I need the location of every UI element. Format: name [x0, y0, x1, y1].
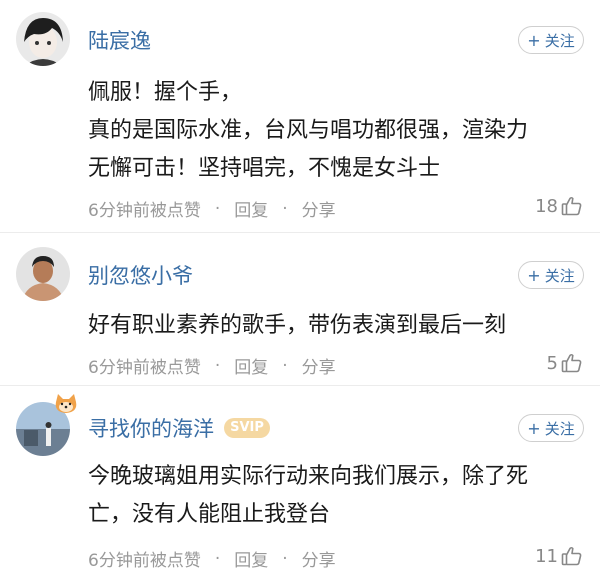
separator: · — [282, 198, 288, 219]
username[interactable]: 别忽悠小爷 — [88, 263, 193, 289]
plus-icon: + — [527, 265, 541, 285]
separator: · — [282, 355, 288, 376]
follow-label: 关注 — [544, 31, 575, 50]
comment-meta: 6分钟前被点赞 · 回复 · 分享 — [88, 546, 336, 572]
username[interactable]: 陆宸逸 — [88, 28, 151, 54]
username-text[interactable]: 寻找你的海洋 — [88, 417, 214, 441]
reply-button[interactable]: 回复 — [234, 546, 268, 571]
separator: · — [214, 198, 221, 219]
follow-button[interactable]: + 关注 — [518, 261, 584, 289]
share-button[interactable]: 分享 — [302, 353, 336, 378]
follow-button[interactable]: + 关注 — [518, 26, 584, 54]
comment-line: 真的是国际水准，台风与唱功都很强，渲染力 — [88, 118, 529, 143]
separator: · — [214, 548, 221, 569]
comment-text: 好有职业素养的歌手，带伤表演到最后一刻 — [88, 307, 580, 345]
comment-line: 亡，没有人能阻止我登台 — [88, 502, 331, 527]
like-count: 18 — [535, 195, 558, 217]
follow-button[interactable]: + 关注 — [518, 414, 584, 442]
follow-label: 关注 — [544, 419, 575, 438]
time-label: 6分钟前被点赞 — [88, 201, 201, 221]
comment-line: 无懈可击！坚持唱完，不愧是女斗士 — [88, 156, 441, 181]
plus-icon: + — [527, 30, 541, 50]
comment-meta: 6分钟前被点赞 · 回复 · 分享 — [88, 196, 336, 222]
share-button[interactable]: 分享 — [302, 196, 336, 221]
time-label: 6分钟前被点赞 — [88, 551, 201, 571]
thumbs-up-icon — [561, 353, 582, 373]
avatar[interactable] — [16, 247, 70, 301]
like-count: 11 — [535, 545, 558, 567]
svip-badge: SVIP — [224, 418, 270, 438]
thumbs-up-icon — [561, 196, 582, 216]
reply-button[interactable]: 回复 — [234, 196, 268, 221]
like-count: 5 — [546, 352, 558, 374]
comment-item: 寻找你的海洋 SVIP + 关注 今晚玻璃姐用实际行动来向我们展示，除了死 亡，没… — [0, 386, 600, 584]
comment-item: 别忽悠小爷 + 关注 好有职业素养的歌手，带伤表演到最后一刻 6分钟前被点赞 ·… — [0, 233, 600, 386]
like-button[interactable]: 18 — [535, 194, 584, 218]
shiba-dog-icon — [55, 394, 77, 413]
separator: · — [282, 548, 288, 569]
time-label: 6分钟前被点赞 — [88, 358, 201, 378]
comment-meta: 6分钟前被点赞 · 回复 · 分享 — [88, 353, 336, 379]
comment-text: 佩服！握个手， 真的是国际水准，台风与唱功都很强，渲染力 无懈可击！坚持唱完，不… — [88, 74, 580, 188]
username[interactable]: 寻找你的海洋 SVIP — [88, 416, 270, 442]
comment-line: 佩服！握个手， — [88, 80, 243, 105]
like-button[interactable]: 5 — [547, 351, 584, 375]
comment-text: 今晚玻璃姐用实际行动来向我们展示，除了死 亡，没有人能阻止我登台 — [88, 458, 580, 534]
plus-icon: + — [527, 418, 541, 438]
reply-button[interactable]: 回复 — [234, 353, 268, 378]
separator: · — [214, 355, 221, 376]
share-button[interactable]: 分享 — [302, 546, 336, 571]
comment-line: 好有职业素养的歌手，带伤表演到最后一刻 — [88, 313, 507, 338]
like-button[interactable]: 11 — [535, 544, 584, 568]
comment-line: 今晚玻璃姐用实际行动来向我们展示，除了死 — [88, 464, 529, 489]
follow-label: 关注 — [544, 266, 575, 285]
avatar[interactable] — [16, 12, 70, 66]
comment-item: 陆宸逸 + 关注 佩服！握个手， 真的是国际水准，台风与唱功都很强，渲染力 无懈… — [0, 0, 600, 233]
thumbs-up-icon — [561, 546, 582, 566]
